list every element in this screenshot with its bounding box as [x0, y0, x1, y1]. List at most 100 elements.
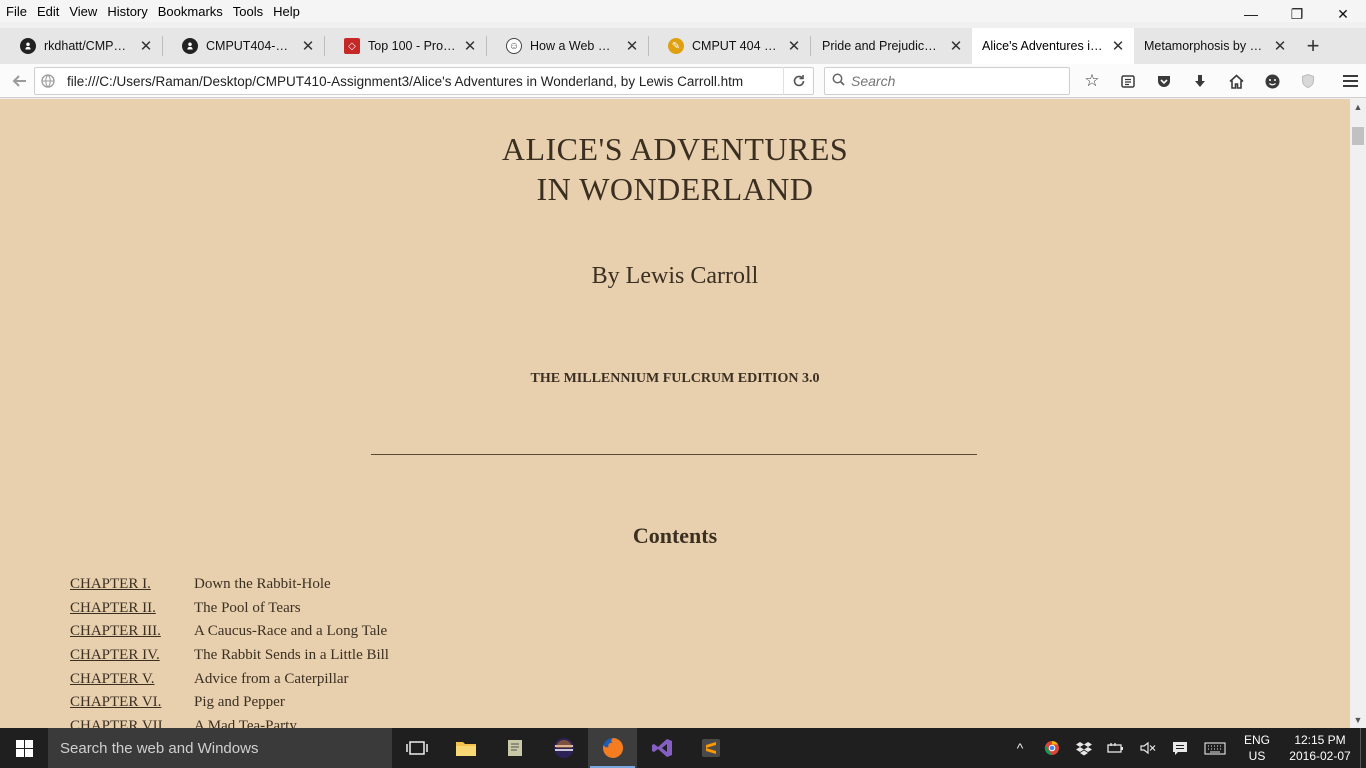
tab-how-a-web-designer[interactable]: ☺ How a Web Desi... ✕ — [486, 28, 648, 64]
visual-studio-icon[interactable] — [637, 728, 686, 768]
bookmark-star-icon[interactable]: ☆ — [1074, 64, 1110, 98]
close-tab-icon[interactable]: ✕ — [1110, 37, 1126, 55]
shield-icon[interactable] — [1290, 64, 1326, 98]
search-input[interactable] — [851, 73, 1061, 89]
task-view-icon[interactable] — [392, 728, 441, 768]
chrome-tray-icon[interactable] — [1036, 728, 1068, 768]
file-explorer-icon[interactable] — [441, 728, 490, 768]
close-tab-icon[interactable]: ✕ — [300, 37, 316, 55]
keyboard-icon[interactable] — [1196, 728, 1234, 768]
search-bar[interactable] — [824, 67, 1070, 95]
chapter-link[interactable]: CHAPTER I. — [70, 576, 194, 593]
toc-row: CHAPTER VII. A Mad Tea-Party — [70, 715, 389, 728]
hamburger-menu-icon[interactable] — [1332, 64, 1366, 98]
reading-list-icon[interactable] — [1110, 64, 1146, 98]
back-arrow-icon — [12, 75, 26, 87]
url-bar[interactable]: file:///C:/Users/Raman/Desktop/CMPUT410-… — [34, 67, 814, 95]
sublime-text-icon[interactable] — [686, 728, 735, 768]
close-tab-icon[interactable]: ✕ — [624, 37, 640, 55]
eclipse-icon[interactable] — [539, 728, 588, 768]
scroll-down-icon[interactable]: ▼ — [1350, 712, 1366, 728]
language-code: ENG — [1243, 733, 1270, 747]
close-tab-icon[interactable]: ✕ — [948, 37, 964, 55]
chapter-title: Advice from a Caterpillar — [194, 670, 349, 687]
input-language[interactable]: ENG US — [1234, 732, 1280, 764]
table-of-contents: CHAPTER I. Down the Rabbit-Hole CHAPTER … — [70, 573, 389, 728]
toc-row: CHAPTER VI. Pig and Pepper — [70, 691, 389, 715]
clock-time: 12:15 PM — [1294, 733, 1346, 747]
restore-button[interactable]: ❐ — [1274, 0, 1320, 28]
chapter-link[interactable]: CHAPTER IV. — [70, 647, 194, 664]
face-icon: ☺ — [506, 38, 522, 54]
firefox-icon[interactable] — [588, 728, 637, 768]
scroll-thumb[interactable] — [1352, 127, 1364, 145]
home-icon[interactable] — [1218, 64, 1254, 98]
tab-title: CMPUT 404 (Win... — [692, 39, 780, 53]
menu-file[interactable]: File — [0, 4, 32, 19]
close-tab-icon[interactable]: ✕ — [1272, 37, 1288, 55]
chapter-title: Down the Rabbit-Hole — [194, 576, 331, 593]
toc-row: CHAPTER III. A Caucus-Race and a Long Ta… — [70, 620, 389, 644]
windows-logo-icon — [15, 739, 33, 757]
window-controls: — ❐ ✕ — [1228, 0, 1366, 28]
close-window-button[interactable]: ✕ — [1320, 0, 1366, 28]
chapter-link[interactable]: CHAPTER II. — [70, 600, 194, 617]
tab-cmput404-assignment[interactable]: CMPUT404-assig... ✕ — [162, 28, 324, 64]
new-tab-button[interactable]: + — [1296, 28, 1330, 64]
eclass-icon: ✎ — [668, 38, 684, 54]
tab-title: Metamorphosis by Fr... — [1144, 39, 1266, 53]
reload-icon[interactable] — [783, 67, 813, 95]
menu-tools[interactable]: Tools — [228, 4, 268, 19]
windows-taskbar: Search the web and Windows ^ ENG US 12:1… — [0, 728, 1366, 768]
menu-bookmarks[interactable]: Bookmarks — [153, 4, 228, 19]
menu-bar: File Edit View History Bookmarks Tools H… — [0, 0, 1366, 22]
close-tab-icon[interactable]: ✕ — [138, 37, 154, 55]
book-author: By Lewis Carroll — [591, 263, 759, 289]
tab-title: rkdhatt/CMPUT4... — [44, 39, 132, 53]
chapter-link[interactable]: CHAPTER V. — [70, 671, 194, 688]
menu-help[interactable]: Help — [268, 4, 305, 19]
chapter-title: The Pool of Tears — [194, 599, 301, 616]
clock[interactable]: 12:15 PM 2016-02-07 — [1280, 732, 1360, 764]
tab-alices-adventures[interactable]: Alice's Adventures in ... ✕ — [972, 28, 1134, 64]
hello-chat-icon[interactable] — [1254, 64, 1290, 98]
action-center-icon[interactable] — [1164, 728, 1196, 768]
menu-view[interactable]: View — [64, 4, 102, 19]
power-icon[interactable] — [1100, 728, 1132, 768]
tab-cmput-404-winter[interactable]: ✎ CMPUT 404 (Win... ✕ — [648, 28, 810, 64]
url-text[interactable]: file:///C:/Users/Raman/Desktop/CMPUT410-… — [61, 74, 783, 89]
menu-edit[interactable]: Edit — [32, 4, 64, 19]
downloads-icon[interactable] — [1182, 64, 1218, 98]
github-icon — [20, 38, 36, 54]
chapter-link[interactable]: CHAPTER III. — [70, 623, 194, 640]
show-desktop-button[interactable] — [1360, 728, 1366, 768]
tab-title: Pride and Prejudice, ... — [822, 39, 942, 53]
chapter-link[interactable]: CHAPTER VII. — [70, 718, 194, 728]
taskbar-search[interactable]: Search the web and Windows — [48, 728, 392, 768]
tab-pride-and-prejudice[interactable]: Pride and Prejudice, ... ✕ — [810, 28, 972, 64]
start-button[interactable] — [0, 728, 48, 768]
tab-metamorphosis[interactable]: Metamorphosis by Fr... ✕ — [1134, 28, 1296, 64]
show-hidden-icons-chevron-icon[interactable]: ^ — [1004, 728, 1036, 768]
back-button[interactable] — [5, 66, 35, 96]
close-tab-icon[interactable]: ✕ — [786, 37, 802, 55]
site-identity-icon[interactable] — [35, 74, 61, 88]
dropbox-icon[interactable] — [1068, 728, 1100, 768]
menu-history[interactable]: History — [102, 4, 152, 19]
volume-muted-icon[interactable] — [1132, 728, 1164, 768]
vertical-scrollbar[interactable]: ▲ ▼ — [1350, 99, 1366, 728]
tab-rkdhatt[interactable]: rkdhatt/CMPUT4... ✕ — [0, 28, 162, 64]
page-content: ALICE'S ADVENTURES IN WONDERLAND By Lewi… — [0, 99, 1350, 728]
chapter-title: A Caucus-Race and a Long Tale — [194, 623, 388, 640]
notepad-app-icon[interactable] — [490, 728, 539, 768]
chapter-link[interactable]: CHAPTER VI. — [70, 694, 194, 711]
tab-top-100-project[interactable]: ◇ Top 100 - Project... ✕ — [324, 28, 486, 64]
close-tab-icon[interactable]: ✕ — [462, 37, 478, 55]
book-title: ALICE'S ADVENTURES IN WONDERLAND — [0, 129, 1350, 209]
pocket-icon[interactable] — [1146, 64, 1182, 98]
minimize-button[interactable]: — — [1228, 0, 1274, 28]
gutenberg-icon: ◇ — [344, 38, 360, 54]
tab-strip: rkdhatt/CMPUT4... ✕ CMPUT404-assig... ✕ … — [0, 28, 1366, 64]
scroll-up-icon[interactable]: ▲ — [1350, 99, 1366, 115]
toc-row: CHAPTER II. The Pool of Tears — [70, 597, 389, 621]
